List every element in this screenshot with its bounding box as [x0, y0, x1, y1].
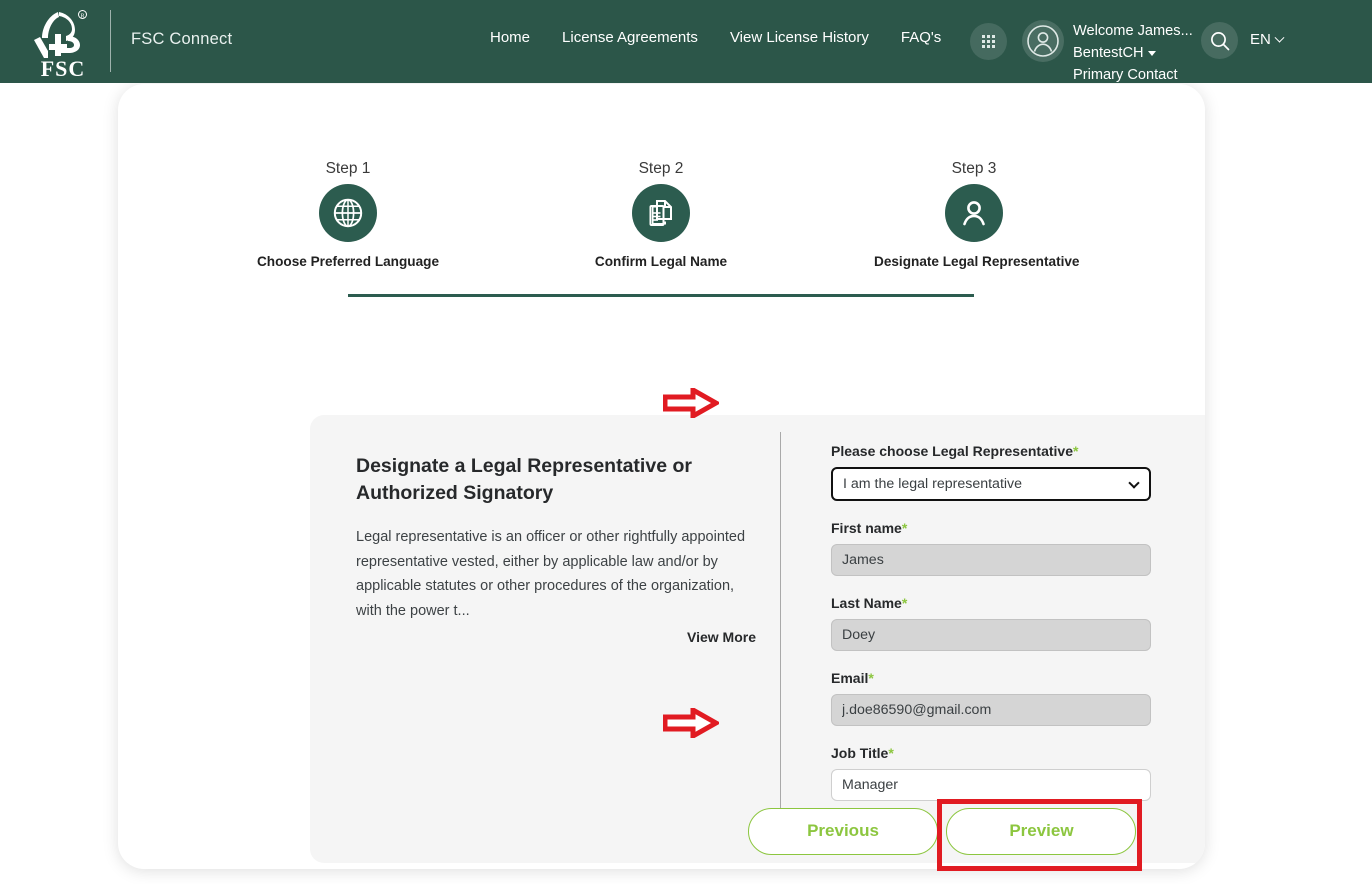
- nav-item-faqs[interactable]: FAQ's: [901, 29, 941, 46]
- panel-vertical-divider: [780, 432, 781, 849]
- stepper-step-3[interactable]: Step 3 Designate Legal Representative: [874, 160, 1080, 269]
- logo-divider: [110, 10, 111, 72]
- documents-icon: [632, 184, 690, 242]
- user-role-line: Primary Contact: [1073, 67, 1178, 83]
- job-title-input[interactable]: [831, 769, 1151, 801]
- main-content-card: Step 1 Choose Preferred Language Step 2: [118, 84, 1205, 869]
- stepper-step-2[interactable]: Step 2 Confirm Legal Name: [561, 160, 761, 269]
- language-label: EN: [1250, 31, 1271, 48]
- person-icon: [945, 184, 1003, 242]
- view-more-link[interactable]: View More: [356, 629, 756, 645]
- field-first-name: First name*: [831, 520, 1161, 576]
- annotation-arrow-select: [662, 385, 722, 423]
- svg-text:FSC: FSC: [41, 56, 86, 78]
- email-label: Email*: [831, 670, 874, 686]
- field-last-name: Last Name*: [831, 595, 1161, 651]
- user-org-line[interactable]: BentestCH: [1073, 42, 1223, 64]
- previous-button[interactable]: Previous: [748, 808, 938, 855]
- step-3-label: Designate Legal Representative: [874, 254, 1080, 269]
- last-name-label: Last Name*: [831, 595, 908, 611]
- required-asterisk: *: [901, 595, 908, 611]
- nav-item-view-license-history[interactable]: View License History: [730, 29, 869, 46]
- fsc-logo[interactable]: R FSC: [28, 6, 98, 78]
- required-asterisk: *: [901, 520, 908, 536]
- annotation-arrow-job-title: [662, 705, 722, 743]
- step-2-number: Step 2: [638, 160, 684, 177]
- chevron-down-icon: [1274, 32, 1285, 43]
- nav-item-license-agreements[interactable]: License Agreements: [562, 29, 698, 46]
- first-name-label: First name*: [831, 520, 908, 536]
- apps-grid-icon[interactable]: [970, 23, 1007, 60]
- legal-representative-label: Please choose Legal Representative*: [831, 443, 1079, 459]
- progress-stepper: Step 1 Choose Preferred Language Step 2: [118, 84, 1205, 297]
- preview-button[interactable]: Preview: [946, 808, 1137, 855]
- legal-representative-select[interactable]: I am the legal representative: [831, 467, 1151, 501]
- user-menu[interactable]: Welcome James... BentestCH Primary Conta…: [1073, 20, 1223, 86]
- form-column: Please choose Legal Representative* I am…: [831, 443, 1161, 820]
- search-icon[interactable]: [1201, 22, 1238, 59]
- required-asterisk: *: [888, 745, 894, 761]
- step-2-label: Confirm Legal Name: [594, 254, 728, 269]
- required-asterisk: *: [1073, 443, 1079, 459]
- form-actions: Previous Preview: [748, 808, 1137, 855]
- panel-description: Legal representative is an officer or ot…: [356, 529, 746, 619]
- job-title-label: Job Title*: [831, 745, 894, 761]
- svg-text:R: R: [80, 14, 84, 20]
- globe-icon: [319, 184, 377, 242]
- field-email: Email*: [831, 670, 1161, 726]
- step-1-label: Choose Preferred Language: [256, 254, 440, 269]
- stepper-connector-1-2: [348, 294, 661, 297]
- form-panel: Designate a Legal Representative or Auth…: [310, 415, 1205, 863]
- field-legal-representative: Please choose Legal Representative* I am…: [831, 443, 1161, 501]
- required-asterisk: *: [868, 670, 874, 686]
- grid-dots: [982, 35, 995, 48]
- top-header: R FSC FSC Connect Home License Agreement…: [0, 0, 1372, 83]
- field-job-title: Job Title*: [831, 745, 1161, 801]
- step-3-number: Step 3: [951, 160, 997, 177]
- email-input[interactable]: [831, 694, 1151, 726]
- nav-item-home[interactable]: Home: [490, 29, 530, 46]
- step-1-number: Step 1: [325, 160, 371, 177]
- chevron-down-icon: [1147, 50, 1156, 56]
- info-column: Designate a Legal Representative or Auth…: [356, 453, 756, 645]
- main-navigation: Home License Agreements View License His…: [490, 29, 941, 46]
- user-avatar-icon[interactable]: [1022, 20, 1064, 62]
- last-name-input[interactable]: [831, 619, 1151, 651]
- brand-title: FSC Connect: [131, 30, 233, 48]
- panel-title: Designate a Legal Representative or Auth…: [356, 455, 692, 504]
- stepper-step-1[interactable]: Step 1 Choose Preferred Language: [248, 160, 448, 269]
- stepper-connector-2-3: [661, 294, 974, 297]
- language-selector[interactable]: EN: [1250, 31, 1285, 48]
- first-name-input[interactable]: [831, 544, 1151, 576]
